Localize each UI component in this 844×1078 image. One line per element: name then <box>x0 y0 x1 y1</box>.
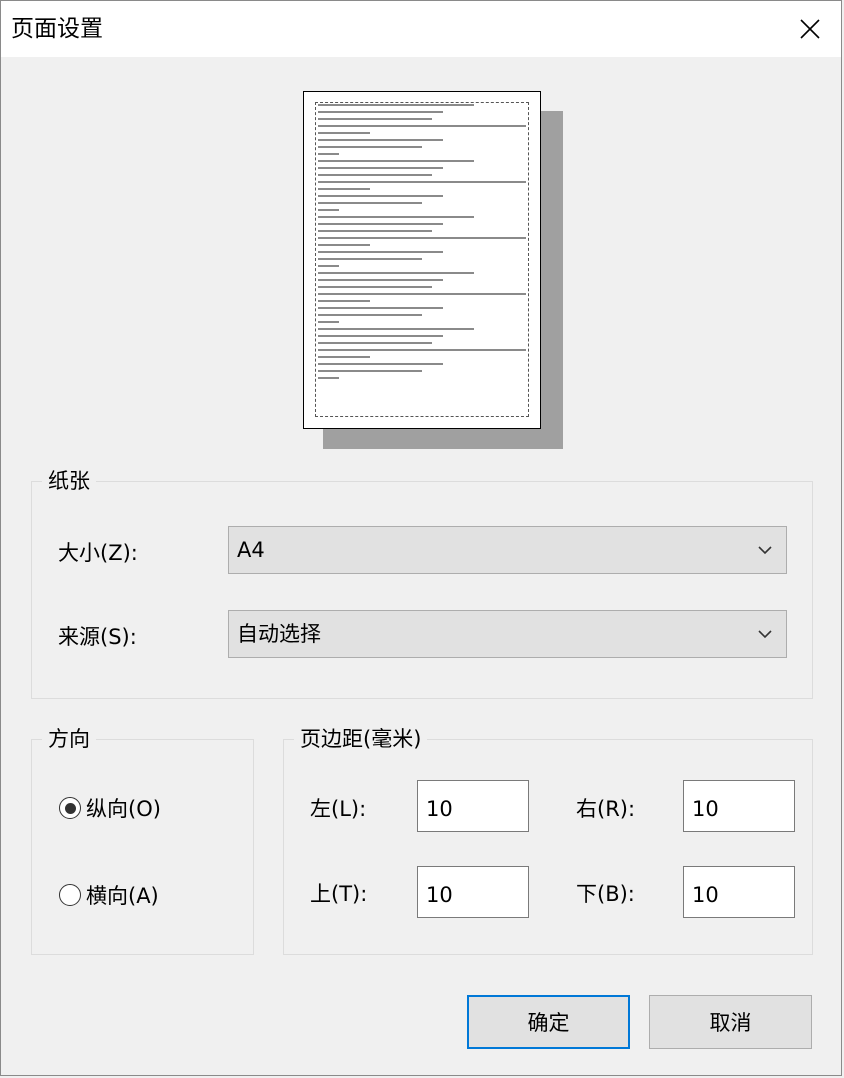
close-icon <box>800 19 820 39</box>
paper-size-label: 大小(Z): <box>58 541 138 565</box>
preview-line <box>318 342 433 344</box>
page-preview <box>303 91 541 429</box>
landscape-label: 横向(A) <box>86 884 159 908</box>
preview-line <box>318 181 526 183</box>
preview-line <box>318 209 339 211</box>
paper-source-select[interactable]: 自动选择 <box>228 610 787 658</box>
paper-source-label: 来源(S): <box>58 625 137 649</box>
preview-line <box>318 307 443 309</box>
preview-line <box>318 132 370 134</box>
preview-line <box>318 377 339 379</box>
portrait-label: 纵向(O) <box>86 797 161 821</box>
preview-line <box>318 223 443 225</box>
top-margin-label: 上(T): <box>310 882 368 906</box>
preview-line <box>318 174 433 176</box>
preview-line <box>318 279 443 281</box>
orientation-group: 方向 纵向(O) 横向(A) <box>31 725 254 955</box>
preview-line <box>318 167 443 169</box>
preview-line <box>318 286 433 288</box>
preview-line <box>318 314 422 316</box>
preview-line <box>318 118 433 120</box>
preview-line <box>318 153 339 155</box>
paper-size-value: A4 <box>237 538 265 562</box>
preview-line <box>318 328 474 330</box>
orientation-group-label: 方向 <box>42 725 96 753</box>
dialog-title: 页面设置 <box>11 16 103 42</box>
preview-line <box>318 160 474 162</box>
preview-text-lines <box>318 104 526 384</box>
preview-line <box>318 216 474 218</box>
margins-group: 页边距(毫米) 左(L): 右(R): 上(T): 下(B): <box>283 725 813 955</box>
paper-size-select[interactable]: A4 <box>228 526 787 574</box>
preview-line <box>318 237 526 239</box>
ok-button[interactable]: 确定 <box>467 995 630 1049</box>
right-margin-label: 右(R): <box>576 797 636 821</box>
title-bar: 页面设置 <box>1 1 841 57</box>
preview-line <box>318 349 526 351</box>
preview-line <box>318 146 422 148</box>
right-margin-input[interactable] <box>683 780 795 832</box>
preview-line <box>318 251 443 253</box>
portrait-radio-circle[interactable] <box>59 797 81 819</box>
preview-line <box>318 356 370 358</box>
preview-line <box>318 139 443 141</box>
top-margin-input[interactable] <box>417 866 529 918</box>
preview-line <box>318 370 422 372</box>
landscape-radio-circle[interactable] <box>59 884 81 906</box>
left-margin-input[interactable] <box>417 780 529 832</box>
preview-line <box>318 188 370 190</box>
preview-line <box>318 363 443 365</box>
cancel-button[interactable]: 取消 <box>649 995 812 1049</box>
preview-line <box>318 230 433 232</box>
page-setup-dialog: 页面设置 纸张 大小(Z): A4 来源(S): 自动选择 方向 纵向(O) 横… <box>0 0 842 1076</box>
preview-line <box>318 195 443 197</box>
preview-line <box>318 272 474 274</box>
left-margin-label: 左(L): <box>310 797 367 821</box>
preview-line <box>318 104 474 106</box>
margins-group-label: 页边距(毫米) <box>294 725 428 753</box>
preview-line <box>318 202 422 204</box>
preview-line <box>318 111 443 113</box>
preview-line <box>318 293 526 295</box>
paper-source-value: 自动选择 <box>237 622 321 646</box>
preview-line <box>318 265 339 267</box>
preview-line <box>318 335 443 337</box>
chevron-down-icon <box>758 546 772 555</box>
close-button[interactable] <box>779 1 841 57</box>
preview-line <box>318 125 526 127</box>
paper-group: 纸张 大小(Z): A4 来源(S): 自动选择 <box>31 467 813 699</box>
radio-selected-dot <box>64 802 76 814</box>
chevron-down-icon <box>758 630 772 639</box>
landscape-radio[interactable]: 横向(A) <box>59 880 159 910</box>
paper-group-label: 纸张 <box>42 467 96 495</box>
preview-line <box>318 244 370 246</box>
bottom-margin-input[interactable] <box>683 866 795 918</box>
portrait-radio[interactable]: 纵向(O) <box>59 793 161 823</box>
preview-line <box>318 258 422 260</box>
preview-line <box>318 321 339 323</box>
preview-line <box>318 300 370 302</box>
bottom-margin-label: 下(B): <box>576 882 635 906</box>
